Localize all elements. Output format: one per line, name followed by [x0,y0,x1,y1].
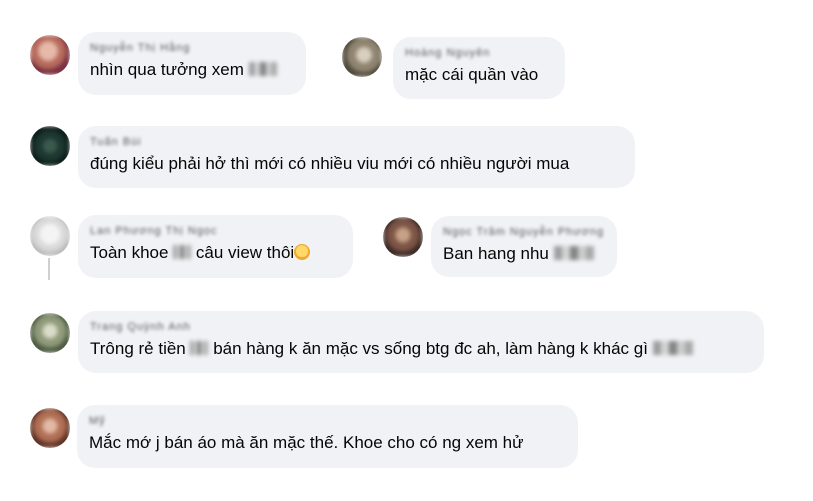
comment-text: Trông rẻ tiền bán hàng k ăn mặc vs sống … [90,338,752,360]
comment-bubble: Mỹ Mắc mớ j bán áo mà ăn mặc thế. Khoe c… [77,405,578,468]
comment-author[interactable]: Mỹ [89,415,566,427]
comment-text: Ban hang nhu [443,243,605,265]
avatar[interactable] [30,408,70,448]
comment-author[interactable]: Hoàng Nguyên [405,47,553,59]
comment-author[interactable]: Trang Quỳnh Anh [90,321,752,333]
redacted-text [652,341,693,355]
redacted-text [248,62,277,76]
avatar[interactable] [342,37,382,77]
comment-text: nhìn qua tưởng xem [90,59,294,81]
avatar[interactable] [30,35,70,75]
comment-bubble: Tuấn Bùi đúng kiểu phải hở thì mới có nh… [78,126,635,188]
redacted-text [553,246,594,260]
redacted-text [190,341,209,355]
comment-bubble: Hoàng Nguyên mặc cái quần vào [393,37,565,99]
comment-text: đúng kiểu phải hở thì mới có nhiều viu m… [90,154,570,173]
thread-line [48,258,50,280]
comment-bubble: Trang Quỳnh Anh Trông rẻ tiền bán hàng k… [78,311,764,373]
comment-bubble: Nguyễn Thị Hằng nhìn qua tưởng xem [78,32,306,95]
comment-author[interactable]: Ngọc Trâm Nguyễn Phương [443,226,605,238]
emoji-icon [294,244,311,260]
avatar[interactable] [383,217,423,257]
comment-text: mặc cái quần vào [405,65,539,84]
redacted-text [173,245,192,259]
comment-bubble: Lan Phương Thị Ngọc Toàn khoe câu view t… [78,215,353,278]
comment-author[interactable]: Nguyễn Thị Hằng [90,42,294,54]
avatar[interactable] [30,313,70,353]
avatar[interactable] [30,126,70,166]
comment-bubble: Ngọc Trâm Nguyễn Phương Ban hang nhu [431,216,617,277]
comment-author[interactable]: Lan Phương Thị Ngọc [90,225,341,237]
comment-author[interactable]: Tuấn Bùi [90,136,623,148]
comment-text: Toàn khoe câu view thôi [90,242,341,264]
avatar[interactable] [30,216,70,256]
comment-text: Mắc mớ j bán áo mà ăn mặc thế. Khoe cho … [89,433,524,452]
